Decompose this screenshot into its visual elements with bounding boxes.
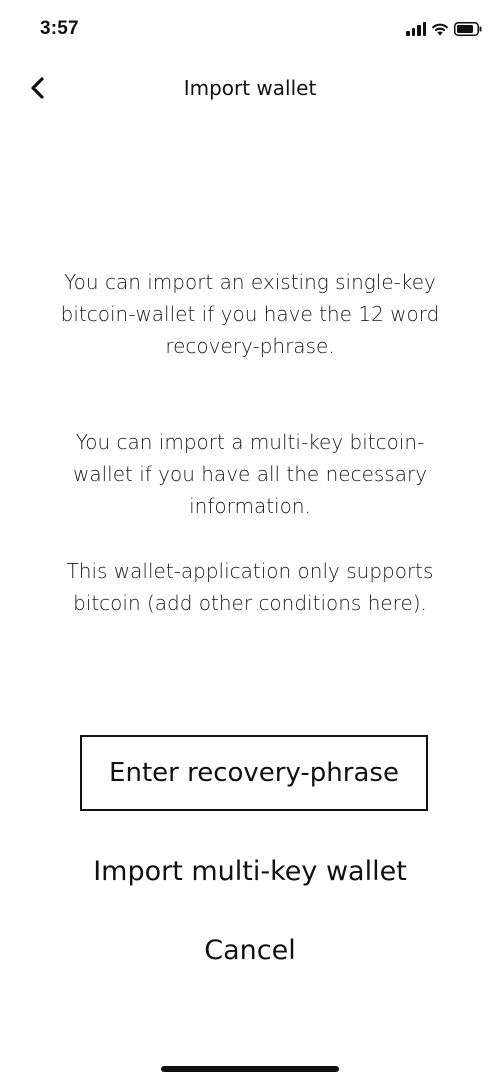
page-title: Import wallet [183, 76, 317, 100]
navigation-bar: Import wallet [0, 66, 500, 110]
import-multi-key-wallet-button[interactable]: Import multi-key wallet [0, 856, 500, 887]
battery-icon [454, 22, 482, 36]
signal-icon [406, 22, 426, 36]
cancel-button[interactable]: Cancel [0, 935, 500, 966]
wifi-icon [431, 22, 449, 36]
status-icons [406, 20, 482, 38]
info-paragraph-bitcoin-only: This wallet-application only supports bi… [66, 559, 434, 615]
status-bar: 3:57 [0, 0, 500, 60]
enter-recovery-phrase-button[interactable]: Enter recovery-phrase [80, 735, 428, 811]
info-paragraph-single-key: You can import an existing single-key bi… [60, 270, 440, 358]
info-paragraph-multi-key: You can import a multi-key bitcoin-walle… [72, 430, 428, 518]
status-time: 3:57 [40, 18, 79, 39]
home-indicator [161, 1066, 339, 1072]
